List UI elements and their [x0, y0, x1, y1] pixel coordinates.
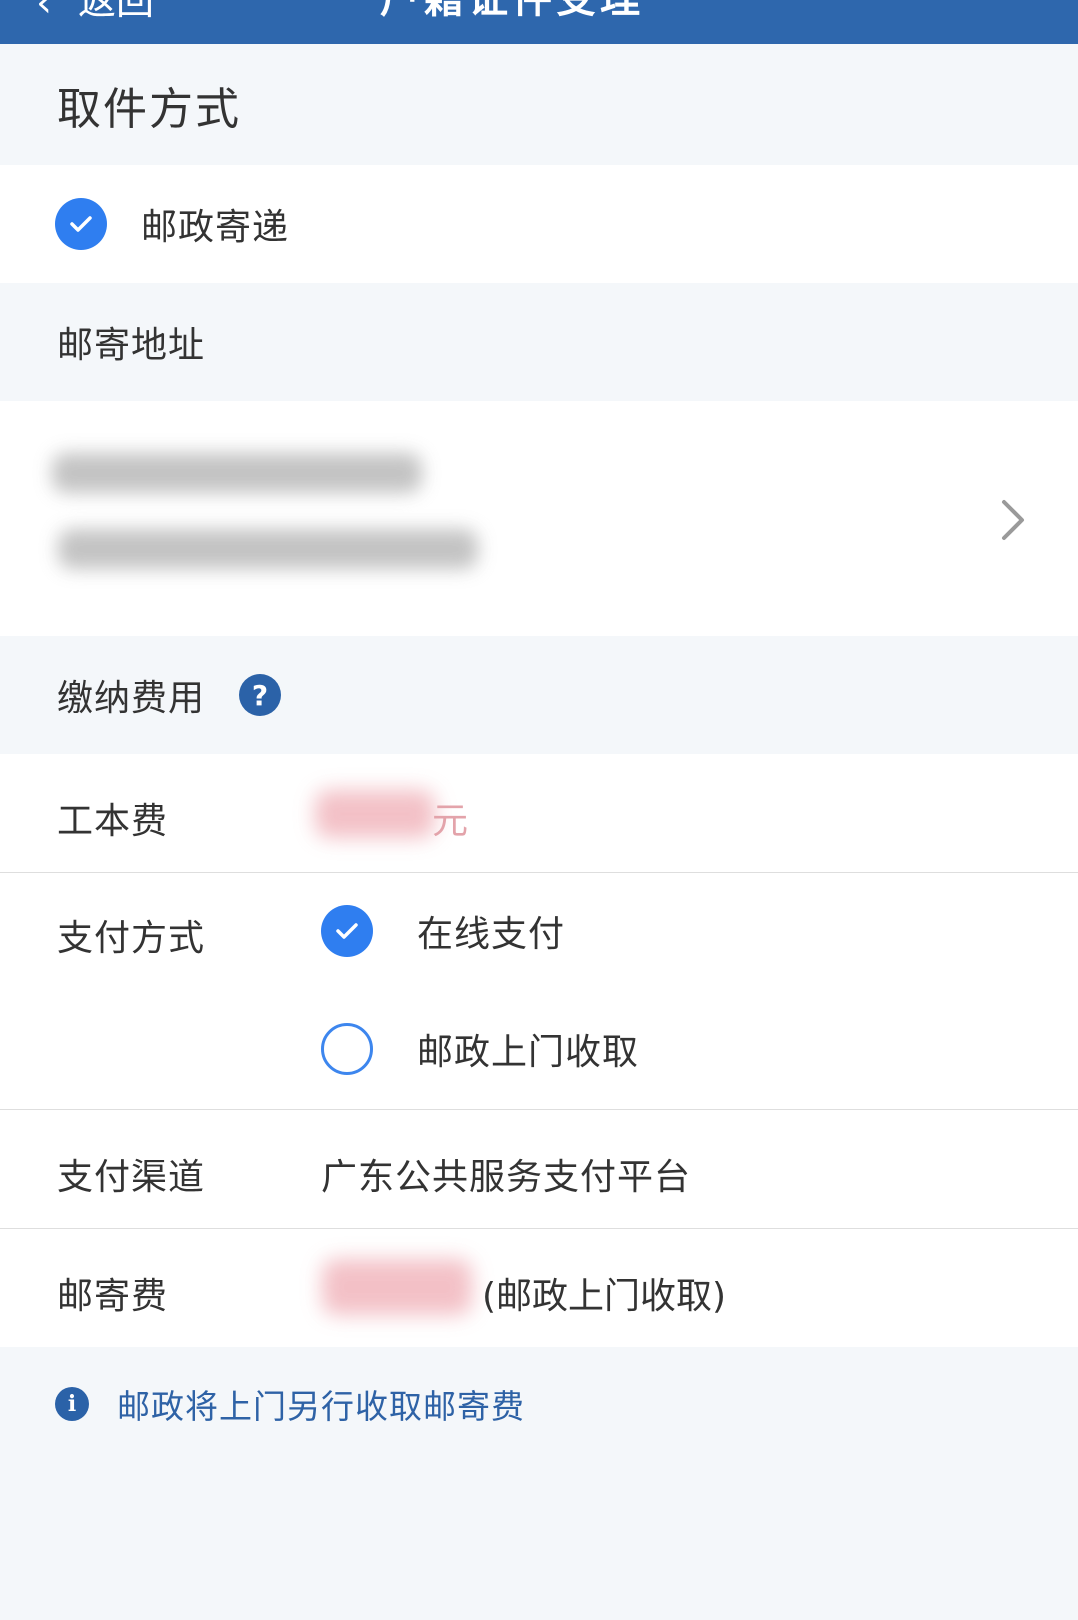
payment-option-label: 在线支付 [417, 914, 566, 955]
payment-channel-value: 广东公共服务支付平台 [321, 1157, 692, 1198]
page: ‹ 返回 户籍证件受理 取件方式 邮政寄递 邮寄地址 缴纳费用 ? 工本费 元 … [0, 0, 1078, 1620]
payment-option-postal[interactable]: 邮政上门收取 [321, 1023, 639, 1075]
back-chevron-icon[interactable]: ‹ [36, 0, 52, 28]
postage-notice: i 邮政将上门另行收取邮寄费 [55, 1380, 525, 1428]
pickup-option-label: 邮政寄递 [141, 207, 290, 248]
redacted-postage [322, 1259, 472, 1315]
back-button[interactable]: 返回 [78, 0, 154, 26]
payment-option-label: 邮政上门收取 [417, 1032, 640, 1073]
checked-circle-icon[interactable] [321, 905, 373, 957]
cost-label: 工本费 [57, 801, 169, 842]
info-icon: i [55, 1387, 89, 1421]
redacted-cost [315, 790, 435, 838]
payment-method-label: 支付方式 [57, 918, 206, 959]
unchecked-circle-icon[interactable] [321, 1023, 373, 1075]
notice-text: 邮政将上门另行收取邮寄费 [117, 1387, 525, 1426]
checked-circle-icon[interactable] [55, 198, 107, 250]
payment-channel-row: 支付渠道 广东公共服务支付平台 [0, 1110, 1078, 1228]
page-title: 户籍证件受理 [380, 0, 644, 24]
address-row[interactable] [0, 401, 1078, 636]
redacted-recipient [52, 453, 422, 493]
help-icon[interactable]: ? [239, 674, 282, 716]
redacted-address [58, 529, 478, 569]
postage-label: 邮寄费 [57, 1276, 169, 1317]
payment-method-row: 支付方式 在线支付 邮政上门收取 [0, 873, 1078, 1109]
chevron-right-icon[interactable] [996, 496, 1030, 544]
address-title: 邮寄地址 [57, 325, 206, 366]
nav-bar: ‹ 返回 户籍证件受理 [0, 0, 1078, 44]
cost-row: 工本费 元 [0, 754, 1078, 872]
fee-title: 缴纳费用 [57, 678, 206, 719]
postage-row: 邮寄费 (邮政上门收取) [0, 1229, 1078, 1347]
cost-unit: 元 [432, 801, 469, 842]
pickup-method-title: 取件方式 [57, 83, 241, 135]
pickup-method-header: 取件方式 [0, 44, 1078, 165]
payment-option-online[interactable]: 在线支付 [321, 905, 565, 957]
payment-channel-label: 支付渠道 [57, 1157, 206, 1198]
address-header: 邮寄地址 [0, 283, 1078, 401]
postage-suffix: (邮政上门收取) [482, 1276, 727, 1317]
fee-header: 缴纳费用 ? [0, 636, 1078, 754]
pickup-option-postal[interactable]: 邮政寄递 [0, 165, 1078, 283]
